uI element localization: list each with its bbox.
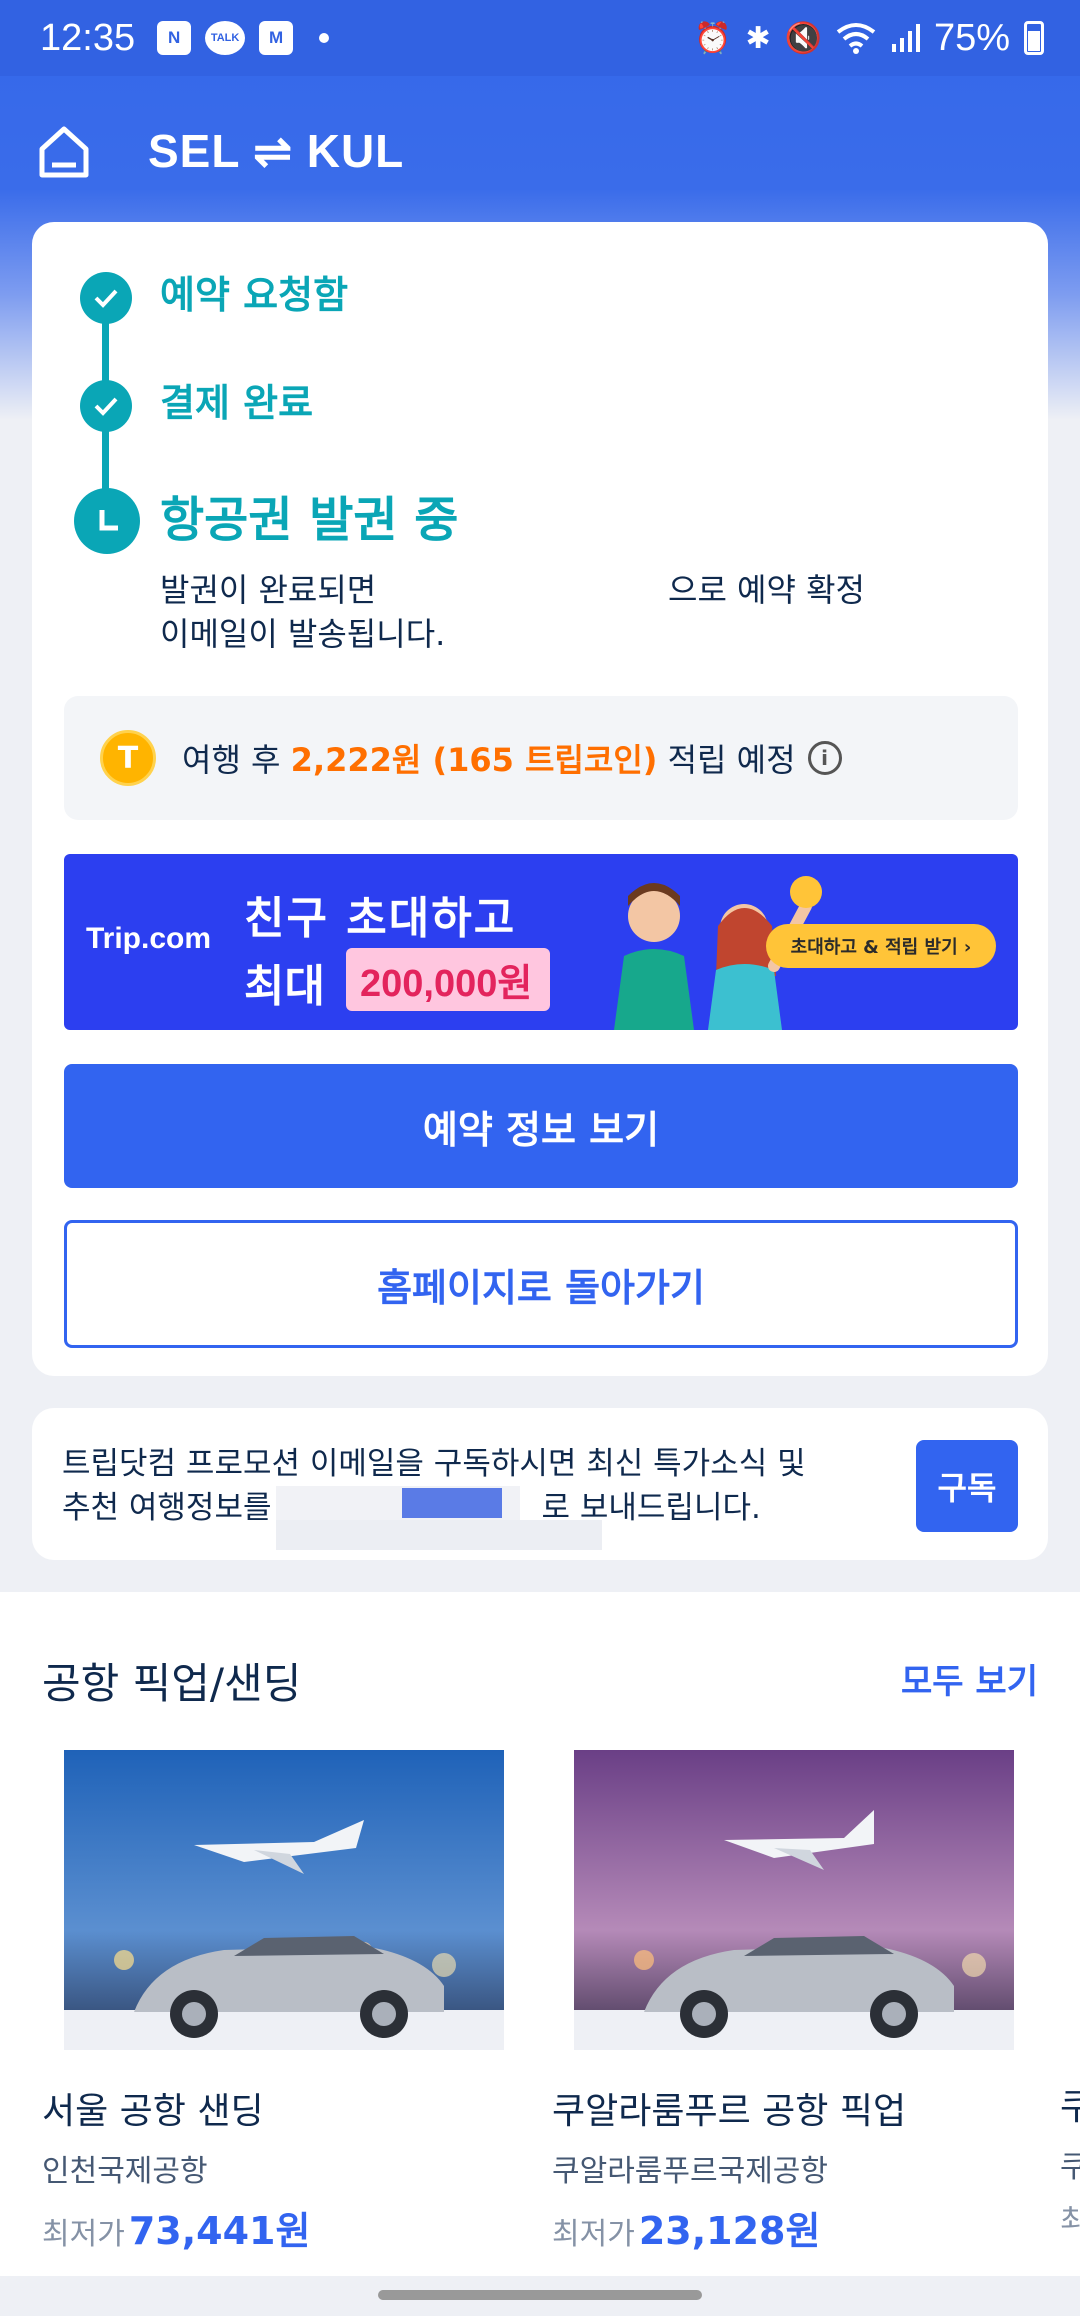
view-all-link[interactable]: 모두 보기 (901, 1654, 1038, 1703)
coin-prefix: 여행 후 (182, 741, 291, 779)
booking-status-card: 예약 요청함 결제 완료 항공권 발권 중 발권이 완료되면 이메일이 발송됩니… (32, 222, 1048, 1376)
coin-suffix: 적립 예정 (657, 741, 796, 779)
bluetooth-icon: ✱ (745, 20, 771, 56)
newsletter-subscribe-card: 트립닷컴 프로모션 이메일을 구독하시면 최신 특가소식 및 추천 여행정보를 로… (32, 1408, 1048, 1560)
pickup-card-partial[interactable]: 쿠 쿠 최저가 (1060, 1750, 1080, 2240)
trip-com-logo: Trip.com (86, 922, 212, 955)
step-3-label: 항공권 발권 중 (160, 492, 459, 548)
naver-app-icon: N (157, 21, 192, 55)
trip-coin-icon: T (100, 730, 156, 786)
step-description: 발권이 완료되면 이메일이 발송됩니다. (160, 571, 446, 653)
trip-coin-reward: T 여행 후 2,222원 (165 트립코인) 적립 예정 i (64, 696, 1018, 820)
step-2-label: 결제 완료 (160, 381, 314, 425)
status-time: 12:35 (40, 16, 136, 59)
pickup-card[interactable]: 서울 공항 샌딩 인천국제공항 최저가 73,441원 (42, 1750, 504, 2255)
clock-icon (74, 488, 140, 554)
step-check-icon (80, 272, 132, 324)
coin-amount: 2,222원 (165 트립코인) (290, 741, 658, 779)
pickup-name: 서울 공항 샌딩 (42, 2091, 264, 2132)
pickup-price-row: 최저가 23,128원 (552, 2209, 821, 2253)
pickup-name: 쿠알라룸푸르 공항 픽업 (552, 2091, 907, 2132)
home-indicator[interactable] (378, 2290, 702, 2300)
subscribe-button[interactable]: 구독 (916, 1440, 1018, 1532)
redacted-email-highlight (402, 1488, 502, 1518)
mute-icon: 🔇 (784, 20, 822, 56)
invite-friend-banner[interactable]: Trip.com 친구 초대하고 최대 200,000원 초대하고 & 적립 받… (64, 854, 1018, 1030)
redacted-email-area-lower (276, 1520, 602, 1550)
pickup-price-row: 최저가 73,441원 (42, 2209, 311, 2253)
alarm-icon: ⏰ (694, 20, 732, 56)
info-icon[interactable]: i (807, 741, 842, 775)
pickup-card[interactable]: 쿠알라룸푸르 공항 픽업 쿠알라룸푸르국제공항 최저가 23,128원 (552, 1750, 1014, 2255)
banner-amount: 200,000원 (346, 948, 551, 1011)
view-booking-button[interactable]: 예약 정보 보기 (64, 1064, 1018, 1188)
pickup-airport: 인천국제공항 (42, 2154, 208, 2189)
banner-subline: 최대 (244, 961, 325, 1012)
wifi-icon (836, 23, 876, 54)
car-airplane-image (574, 1750, 1014, 2050)
mstock-app-icon: M (259, 21, 294, 55)
step-check-icon (80, 380, 132, 432)
banner-headline: 친구 초대하고 (244, 893, 517, 944)
pickup-price: 23,128원 (638, 2209, 821, 2253)
section-title: 공항 픽업/샌딩 (42, 1659, 302, 1708)
go-home-button[interactable]: 홈페이지로 돌아가기 (64, 1220, 1018, 1348)
kakaotalk-app-icon: TALK (205, 21, 246, 55)
app-header: SEL ⇌ KUL (0, 76, 1080, 226)
airport-pickup-section: 공항 픽업/샌딩 모두 보기 서울 공항 샌딩 인천국제공항 최저가 73,441… (0, 1592, 1080, 2276)
notification-dot-icon (319, 33, 330, 43)
step-description-right: 으로 예약 확정 (668, 571, 865, 609)
status-bar: 12:35 N TALK M ⏰ ✱ 🔇 75% (0, 0, 1080, 76)
signal-icon (891, 24, 920, 52)
car-airplane-image (64, 1750, 504, 2050)
invite-and-earn-button[interactable]: 초대하고 & 적립 받기 › (766, 924, 996, 968)
route-title: SEL ⇌ KUL (148, 125, 405, 177)
step-1-label: 예약 요청함 (160, 273, 349, 317)
battery-icon (1024, 21, 1044, 55)
battery-percent: 75% (933, 16, 1010, 59)
pickup-airport: 쿠알라룸푸르국제공항 (552, 2154, 828, 2189)
pickup-price: 73,441원 (128, 2209, 311, 2253)
home-icon[interactable] (36, 123, 92, 179)
